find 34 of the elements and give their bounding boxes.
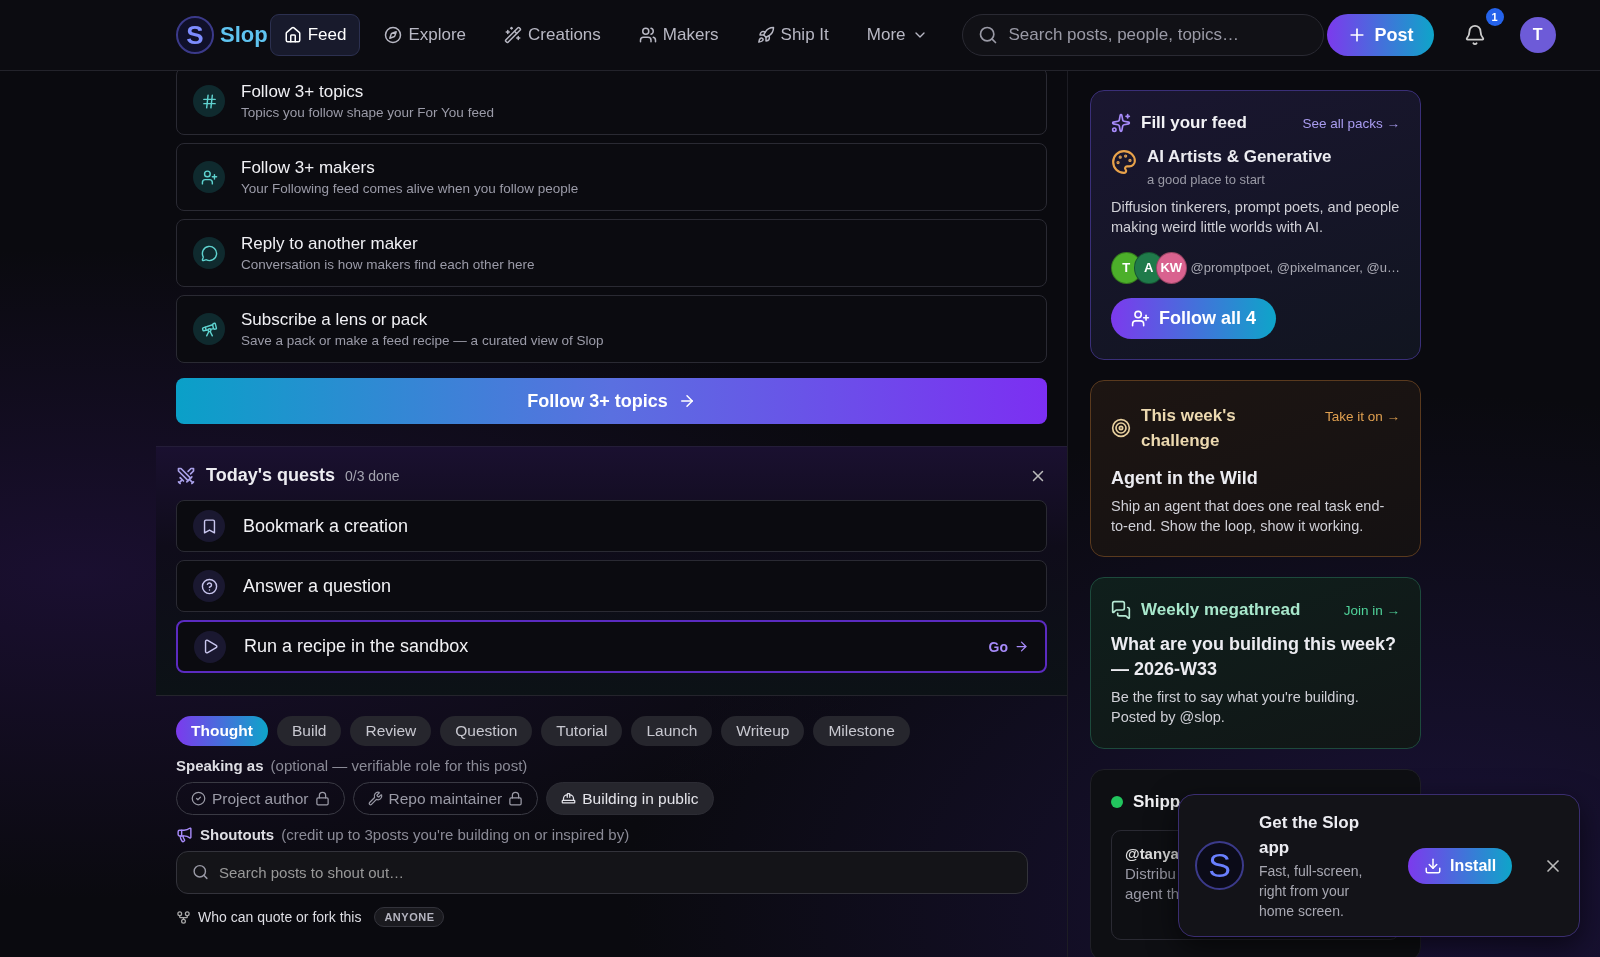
pack-note: a good place to start (1147, 172, 1266, 187)
app-logo: S (1195, 841, 1244, 890)
quote-permission-label: Who can quote or fork this (198, 909, 362, 925)
item-handle: @tanya (1125, 844, 1179, 862)
shoutouts-label: Shoutouts (200, 826, 275, 843)
card-title: This week's challenge (1141, 404, 1237, 453)
thread-title: What are you building this week? — 2026-W33 (1111, 633, 1398, 681)
item-text: Distribu (1125, 864, 1176, 882)
speaking-as-hint: (optional — verifiable role for this post) (270, 757, 528, 774)
pack-description: Diffusion tinkerers, prompt poets, and people making weird little worlds with AI. (1111, 198, 1400, 238)
card-title: Shipp (1133, 791, 1181, 812)
step-title: Follow 3+ topics (241, 82, 365, 102)
toast-body: Fast, full-screen, right from your home screen. (1259, 861, 1364, 922)
step-subtitle: Topics you follow shape your For You feed (241, 105, 494, 120)
step-subtitle: Conversation is how makers find each other here (241, 257, 535, 272)
member-avatar: KW (1156, 251, 1187, 284)
step-subtitle: Your Following feed comes alive when you follow people (241, 181, 579, 196)
member-list: @promptpoet, @pixelmancer, @u… (1190, 260, 1400, 276)
quests-title: Today's quests (206, 465, 335, 486)
step-title: Reply to another maker (241, 234, 419, 254)
pack-name: AI Artists & Generative (1147, 147, 1332, 167)
step-title: Subscribe a lens or pack (241, 310, 429, 330)
speaking-as-label: Speaking as (176, 757, 264, 774)
notification-count: 1 (1485, 8, 1504, 26)
shoutouts-hint: (credit up to 3posts you're building on or inspired by) (281, 826, 630, 843)
step-title: Follow 3+ makers (241, 158, 376, 178)
thread-description: Be the first to say what you're building. Posted by @slop. (1111, 688, 1360, 728)
challenge-name: Agent in the Wild (1111, 466, 1259, 490)
item-text: agent th (1125, 884, 1180, 902)
card-title: Fill your feed (1141, 113, 1247, 133)
challenge-description: Ship an agent that does one real task end-to-end. Show the loop, show it working. (1111, 496, 1386, 537)
step-subtitle: Save a pack or make a feed recipe — a curated view of Slop (241, 333, 604, 348)
card-title: Weekly megathread (1141, 600, 1301, 621)
toast-title: Get the Slop app (1259, 811, 1361, 860)
